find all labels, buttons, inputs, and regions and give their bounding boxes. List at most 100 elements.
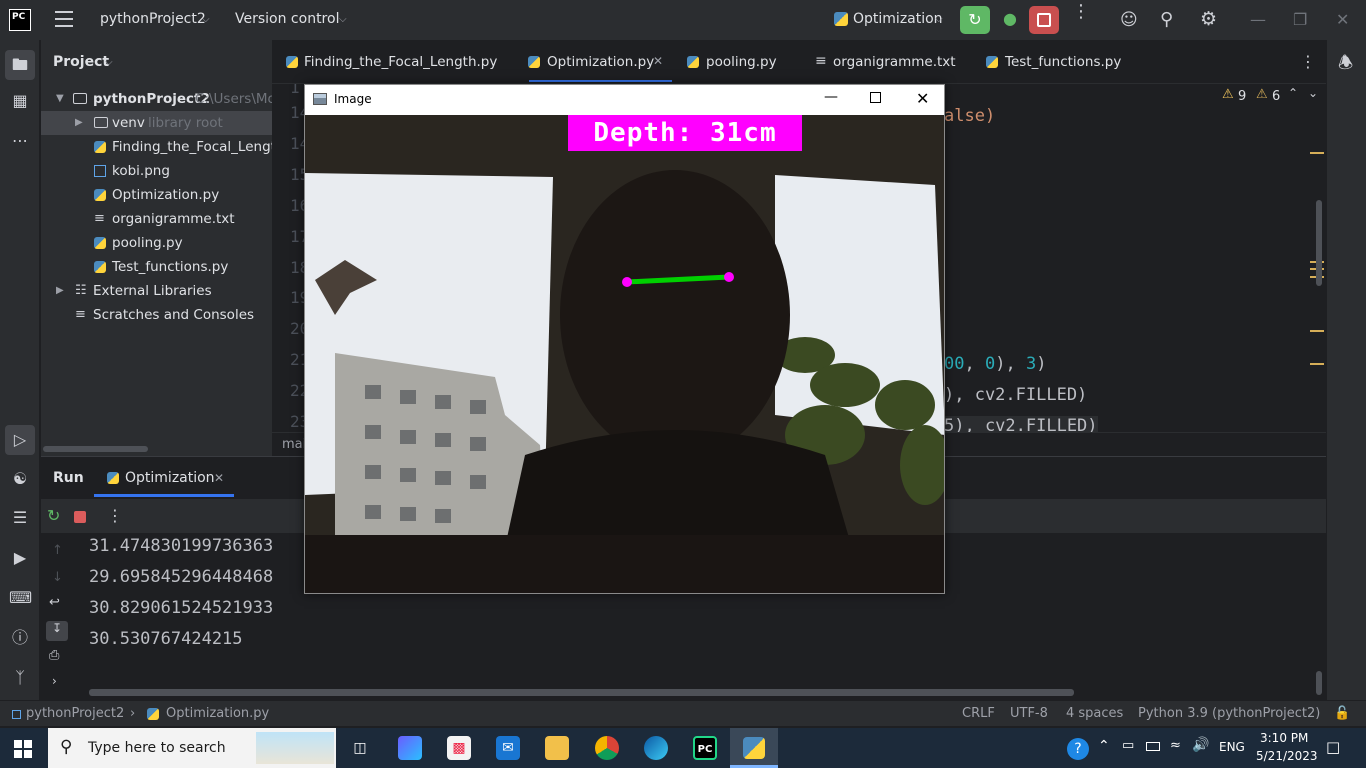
clock-time[interactable]: 3:10 PM	[1260, 731, 1308, 745]
tree-item-project-root[interactable]: ▼ pythonProject2 C:\Users\Mo	[41, 87, 272, 111]
run-config-tab[interactable]: Optimization	[125, 470, 215, 486]
breadcrumb[interactable]: mai	[282, 437, 306, 452]
tab-optimization[interactable]: Optimization.py	[528, 54, 673, 82]
maximize-icon[interactable]	[870, 92, 881, 103]
stop-icon[interactable]	[74, 511, 86, 523]
horizontal-scrollbar[interactable]	[43, 446, 148, 452]
arrow-up-icon[interactable]: ↑	[52, 543, 63, 558]
windows-start-icon[interactable]	[14, 740, 32, 758]
problems-icon[interactable]: ⓘ	[9, 627, 31, 649]
taskbar-search-box[interactable]: ⚲ Type here to search	[48, 728, 336, 768]
file-explorer-icon[interactable]	[545, 736, 569, 760]
scroll-to-end-icon[interactable]: ↧	[46, 621, 68, 641]
copilot-icon[interactable]	[398, 736, 422, 760]
chevron-down-icon[interactable]: ⌄	[1308, 86, 1318, 100]
tree-item-file[interactable]: pooling.py	[41, 231, 272, 255]
image-file-icon	[94, 165, 106, 177]
clock-date[interactable]: 5/21/2023	[1256, 749, 1318, 763]
chevron-up-icon[interactable]: ⌃	[1098, 738, 1110, 754]
close-tab-icon[interactable]: ✕	[214, 471, 224, 485]
print-icon[interactable]: ⎙	[49, 648, 59, 663]
more-options-icon[interactable]: ⋮	[107, 506, 123, 525]
project-widget[interactable]: pythonProject2	[100, 11, 206, 27]
device-icon[interactable]: ▭	[1122, 738, 1134, 753]
structure-icon[interactable]: ▦	[9, 90, 31, 112]
task-view-icon[interactable]: ◫	[348, 736, 372, 760]
tab-finding-focal-length[interactable]: Finding_the_Focal_Length.py	[304, 54, 497, 70]
run-panel-title[interactable]: Run	[53, 470, 84, 486]
vcs-widget[interactable]: Version control	[235, 11, 339, 27]
tree-item-file[interactable]: Optimization.py	[41, 183, 272, 207]
wifi-icon[interactable]: ≈	[1170, 738, 1181, 753]
tree-item-file[interactable]: Finding_the_Focal_Length	[41, 135, 272, 159]
python-packages-icon[interactable]: ☰	[9, 507, 31, 529]
notifications-bell-icon[interactable]: 🕭	[1338, 50, 1353, 79]
arrow-down-icon[interactable]: ↓	[52, 570, 63, 585]
store-icon[interactable]: ▩	[447, 736, 471, 760]
restore-icon[interactable]: ❐	[1293, 10, 1307, 29]
tab-options-icon[interactable]: ⋮	[1300, 52, 1316, 71]
run-tool-icon[interactable]: ▷	[5, 425, 35, 455]
warning-icon[interactable]: ⚠	[1222, 87, 1234, 102]
close-tab-icon[interactable]: ✕	[653, 54, 663, 68]
soft-wrap-icon[interactable]: ↩	[49, 595, 60, 610]
language-indicator[interactable]: ENG	[1219, 740, 1245, 754]
search-icon[interactable]: ⚲	[1160, 9, 1173, 30]
settings-gear-icon[interactable]: ⚙	[1200, 8, 1217, 30]
minimize-icon[interactable]: —	[824, 89, 838, 105]
chevron-up-icon[interactable]: ⌃	[1288, 86, 1298, 100]
vertical-scrollbar[interactable]	[1316, 200, 1322, 286]
notification-center-icon[interactable]: □	[1326, 738, 1340, 756]
chevron-right-icon[interactable]: ›	[52, 674, 57, 688]
more-actions-icon[interactable]: ⋮	[1072, 3, 1090, 21]
tree-item-file[interactable]: kobi.png	[41, 159, 272, 183]
project-panel-title[interactable]: Project	[53, 54, 109, 70]
pycharm-taskbar-icon[interactable]: PC	[693, 736, 717, 760]
line-separator[interactable]: CRLF	[962, 706, 995, 721]
rerun-button[interactable]: ↻	[960, 6, 990, 34]
edge-icon[interactable]	[644, 736, 668, 760]
rerun-icon[interactable]: ↻	[47, 506, 60, 525]
mail-icon[interactable]: ✉	[496, 736, 520, 760]
git-branch-icon[interactable]: ᛉ	[9, 667, 31, 689]
tab-test-functions[interactable]: Test_functions.py	[1005, 54, 1121, 70]
breadcrumb-file[interactable]: Optimization.py	[166, 706, 269, 721]
debug-icon[interactable]: ●	[1000, 9, 1020, 29]
close-icon[interactable]: ✕	[916, 89, 929, 108]
image-window-title-bar[interactable]: Image — ✕	[305, 85, 944, 115]
breadcrumb-project[interactable]: pythonProject2	[26, 706, 124, 721]
stop-button[interactable]	[1029, 6, 1059, 34]
add-user-icon[interactable]: ☺	[1120, 10, 1138, 30]
search-placeholder: Type here to search	[88, 740, 226, 756]
run-config-selector[interactable]: Optimization	[853, 11, 943, 27]
image-window[interactable]: Image — ✕ Depth: 31cm	[304, 84, 945, 594]
indent-setting[interactable]: 4 spaces	[1066, 706, 1123, 721]
more-tools-icon[interactable]: ⋯	[9, 130, 31, 152]
chrome-icon[interactable]	[595, 736, 619, 760]
tree-item-file[interactable]: Test_functions.py	[41, 255, 272, 279]
tab-organigramme[interactable]: organigramme.txt	[833, 54, 956, 70]
minimize-icon[interactable]: —	[1250, 10, 1266, 29]
main-menu-icon[interactable]	[55, 11, 73, 27]
tab-pooling[interactable]: pooling.py	[706, 54, 777, 70]
battery-icon[interactable]	[1146, 742, 1160, 751]
project-folder-icon[interactable]: 🖿	[5, 50, 35, 80]
close-icon[interactable]: ✕	[1336, 10, 1349, 29]
tree-item-external-libraries[interactable]: ▶ ☷ External Libraries	[41, 279, 272, 303]
pycharm-logo-icon[interactable]: PC	[9, 9, 31, 31]
file-encoding[interactable]: UTF-8	[1010, 706, 1048, 721]
lock-icon[interactable]: 🔓	[1334, 706, 1350, 721]
weak-warning-icon[interactable]: ⚠	[1256, 87, 1268, 102]
volume-icon[interactable]: 🔊	[1192, 737, 1209, 753]
help-icon[interactable]: ?	[1067, 738, 1089, 760]
horizontal-scrollbar[interactable]	[89, 689, 1074, 696]
tree-item-scratches[interactable]: ≡ Scratches and Consoles	[41, 303, 272, 327]
vertical-scrollbar[interactable]	[1316, 671, 1322, 695]
tree-item-venv[interactable]: ▶ venv library root	[41, 111, 272, 135]
python-console-icon[interactable]: ☯	[9, 468, 31, 490]
python-interpreter[interactable]: Python 3.9 (pythonProject2)	[1138, 706, 1320, 721]
python-taskbar-icon-active[interactable]	[730, 728, 778, 768]
tree-item-file[interactable]: ≡ organigramme.txt	[41, 207, 272, 231]
terminal-icon[interactable]: ⌨	[9, 587, 32, 609]
services-icon[interactable]: ▶	[9, 547, 31, 569]
